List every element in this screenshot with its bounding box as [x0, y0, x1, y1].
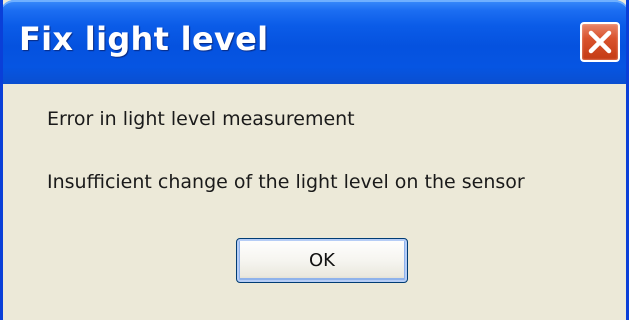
close-button[interactable] [580, 22, 620, 62]
title-bar[interactable]: Fix light level [3, 0, 626, 84]
dialog-window: Fix light level Error in light level mea… [0, 0, 629, 320]
window-title: Fix light level [19, 20, 269, 58]
error-detail: Insufficient change of the light level o… [47, 171, 525, 193]
error-message: Error in light level measurement [47, 108, 355, 130]
close-icon [588, 30, 612, 54]
ok-button[interactable]: OK [236, 238, 408, 283]
dialog-body: Error in light level measurement Insuffi… [3, 84, 626, 320]
